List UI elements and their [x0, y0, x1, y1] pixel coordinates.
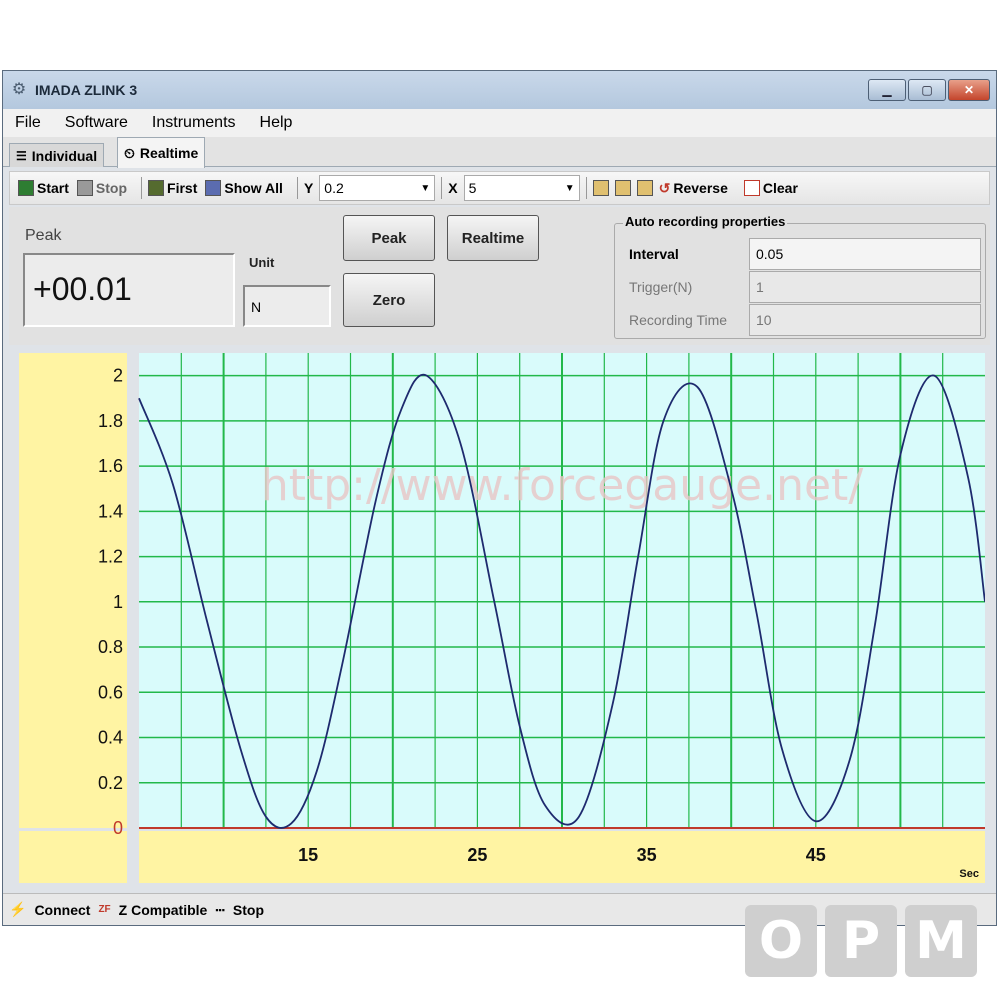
- y-tick-label: 0.4: [98, 728, 123, 748]
- toolbar-separator: [296, 177, 298, 199]
- menu-bar: File Software Instruments Help: [3, 109, 996, 137]
- y-tick-label: 2: [113, 366, 123, 386]
- x-tick-label: 15: [298, 845, 318, 865]
- watermark-text: http://www.forcegauge.net/: [261, 460, 863, 511]
- y-tick-label: 0.6: [98, 682, 123, 702]
- chart-import-icon[interactable]: [614, 180, 631, 196]
- y-tick-label: 1.8: [98, 411, 123, 431]
- peak-value: +00.01: [33, 271, 132, 307]
- close-button[interactable]: ✕: [948, 79, 990, 101]
- opm-watermark-logo: O P M: [745, 905, 977, 977]
- auto-recording-group: Auto recording properties Interval 0.05 …: [614, 214, 986, 339]
- connect-button[interactable]: Connect: [34, 902, 90, 918]
- reverse-icon: ↺: [658, 179, 671, 196]
- menu-software[interactable]: Software: [65, 114, 128, 132]
- tab-individual[interactable]: ☰ Individual: [9, 143, 105, 167]
- x-tick-label: 45: [806, 845, 826, 865]
- first-button[interactable]: First: [148, 180, 197, 196]
- auto-recording-title: Auto recording properties: [623, 214, 788, 229]
- chart-export-icon[interactable]: [592, 180, 609, 196]
- clock-icon: ⏲: [124, 144, 135, 161]
- tab-strip: ☰ Individual ⏲ Realtime: [3, 137, 996, 168]
- x-axis-strip: [139, 831, 985, 883]
- lightning-icon: ⚡: [9, 901, 27, 917]
- trigger-field[interactable]: 1: [749, 271, 981, 303]
- zf-icon: ZF: [98, 904, 111, 915]
- show-all-button[interactable]: Show All: [205, 180, 283, 196]
- x-tick-label: 35: [637, 845, 657, 865]
- peak-button[interactable]: Peak: [343, 215, 435, 261]
- realtime-button[interactable]: Realtime: [447, 215, 539, 261]
- zero-button[interactable]: Zero: [343, 273, 435, 327]
- trigger-row: Trigger(N) 1: [621, 271, 981, 303]
- app-icon: ⚙: [11, 81, 27, 98]
- force-chart: 2 1.8 1.6 1.4 1.2 1 0.8 0.6 0.4 0.2 0 http://www.fo…: [19, 353, 985, 883]
- y-tick-label: 1.6: [98, 456, 123, 476]
- trigger-label: Trigger(N): [629, 279, 693, 295]
- x-scale-label: X: [448, 180, 458, 196]
- y-scale-label: Y: [303, 180, 314, 196]
- x-scale-select[interactable]: 5 ▼: [463, 175, 580, 201]
- stop-icon: [76, 180, 93, 196]
- chart-save-icon[interactable]: [636, 180, 653, 196]
- app-window: ⚙ IMADA ZLINK 3 ▁ ▢ ✕ File Software Inst…: [2, 70, 997, 926]
- stop-status-button[interactable]: Stop: [233, 902, 264, 918]
- recording-time-label: Recording Time: [629, 312, 728, 328]
- reverse-button[interactable]: ↺ Reverse: [659, 180, 728, 197]
- x-tick-label: 25: [467, 845, 487, 865]
- first-icon: [148, 180, 165, 196]
- minimize-button[interactable]: ▁: [868, 79, 906, 101]
- axis-corner: [19, 831, 127, 883]
- clear-button[interactable]: Clear: [743, 180, 798, 196]
- opm-letter-o: O: [745, 905, 817, 977]
- toolbar-separator: [585, 177, 587, 199]
- menu-file[interactable]: File: [15, 114, 41, 132]
- y-tick-label: 0: [113, 818, 123, 838]
- unit-field: N: [243, 285, 331, 327]
- y-tick-label: 0.2: [98, 773, 123, 793]
- unit-label: Unit: [249, 255, 275, 270]
- chevron-down-icon: ▼: [420, 182, 431, 194]
- recording-time-row: Recording Time 10: [621, 304, 981, 336]
- show-all-icon: [205, 180, 222, 196]
- control-panel: Peak +00.01 Unit N Peak Realtime Zero Au…: [9, 207, 990, 345]
- tab-realtime[interactable]: ⏲ Realtime: [117, 137, 206, 168]
- stop-status-icon: ▪▪▪: [215, 904, 225, 915]
- stop-button[interactable]: Stop: [76, 180, 127, 196]
- peak-label: Peak: [25, 227, 62, 244]
- clear-icon: [743, 180, 760, 196]
- toolbar-separator: [441, 177, 443, 199]
- start-button[interactable]: Start: [18, 180, 69, 196]
- menu-instruments[interactable]: Instruments: [152, 114, 236, 132]
- y-tick-label: 1: [113, 592, 123, 612]
- chevron-down-icon: ▼: [564, 182, 575, 194]
- title-bar: ⚙ IMADA ZLINK 3 ▁ ▢ ✕: [3, 71, 996, 109]
- y-tick-label: 0.8: [98, 637, 123, 657]
- y-scale-select[interactable]: 0.2 ▼: [319, 175, 436, 201]
- toolbar: Start Stop First Show All Y 0.2 ▼ X 5 ▼: [9, 171, 990, 205]
- start-icon: [18, 180, 34, 196]
- sliders-icon: ☰: [16, 148, 27, 163]
- y-tick-label: 1.4: [98, 501, 123, 521]
- maximize-button[interactable]: ▢: [908, 79, 946, 101]
- recording-time-field[interactable]: 10: [749, 304, 981, 336]
- opm-letter-m: M: [905, 905, 977, 977]
- x-unit-label: Sec: [959, 868, 979, 880]
- menu-help[interactable]: Help: [260, 114, 293, 132]
- interval-field[interactable]: 0.05: [749, 238, 981, 270]
- y-tick-label: 1.2: [98, 547, 123, 567]
- window-title: IMADA ZLINK 3: [35, 82, 138, 98]
- interval-label: Interval: [629, 246, 679, 262]
- interval-row: Interval 0.05: [621, 238, 981, 270]
- peak-display: +00.01: [23, 253, 235, 327]
- opm-letter-p: P: [825, 905, 897, 977]
- toolbar-separator: [141, 177, 143, 199]
- z-compatible-button[interactable]: Z Compatible: [119, 902, 208, 918]
